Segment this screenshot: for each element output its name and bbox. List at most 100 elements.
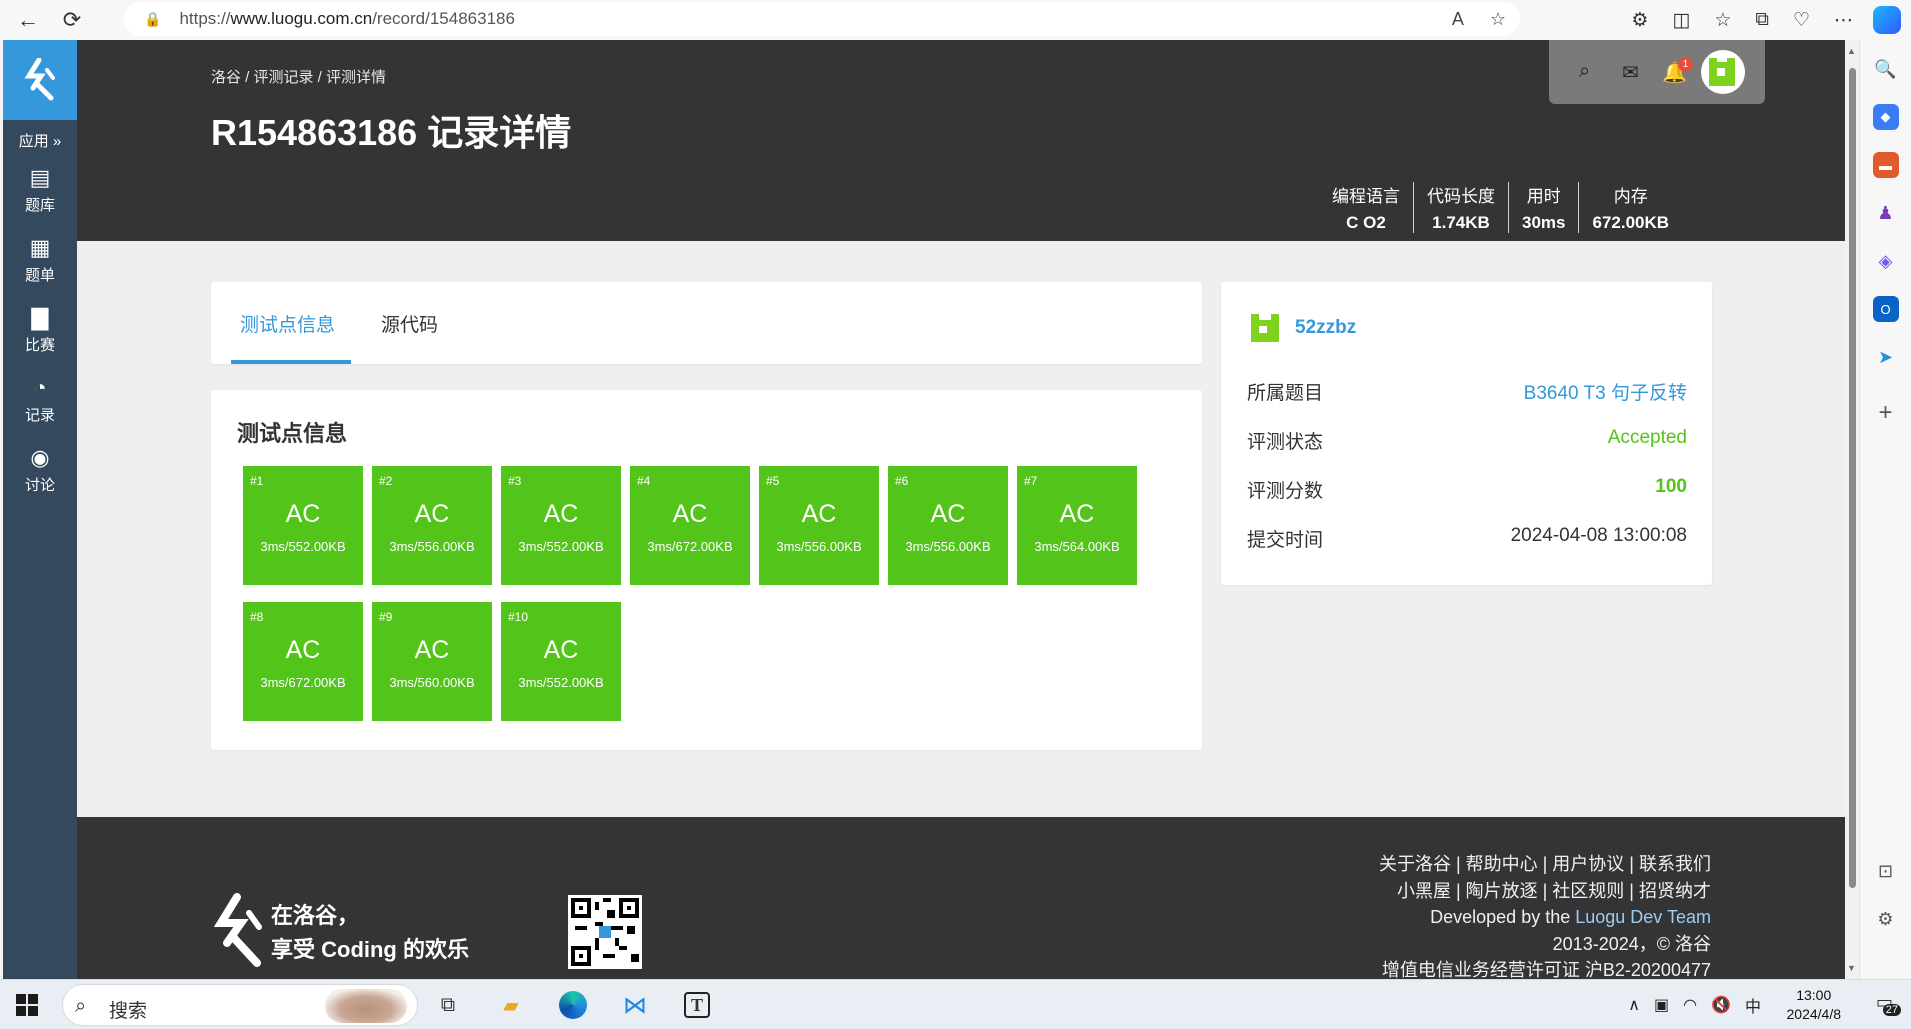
favorites-icon[interactable]: ☆ — [1714, 9, 1731, 32]
testcase-result: AC — [414, 500, 450, 528]
submit-time-label: 提交时间 — [1247, 530, 1324, 551]
footer-icp[interactable]: 增值电信业务经营许可证 沪B2-20200477 — [1379, 957, 1711, 979]
mail-icon[interactable]: ✉ — [1622, 60, 1639, 85]
wifi-icon[interactable]: ◠ — [1683, 995, 1697, 1015]
favorite-star-icon[interactable]: ☆ — [1490, 9, 1506, 30]
testcase-number: #8 — [250, 610, 264, 624]
microsoft365-icon[interactable]: ◈ — [1873, 248, 1899, 274]
testcase-box[interactable]: #1 AC 3ms/552.00KB — [243, 466, 363, 585]
taskbar-search[interactable]: ⌕ 搜索 — [62, 984, 418, 1026]
pie-chart-icon: ◔ — [33, 374, 47, 400]
submit-time-value: 2024-04-08 13:00:08 — [1510, 525, 1687, 546]
luogu-logo-icon — [24, 58, 55, 101]
footer-dev-team: Developed by the Luogu Dev Team — [1430, 907, 1711, 927]
testcase-box[interactable]: #10 AC 3ms/552.00KB — [501, 602, 621, 721]
testcase-box[interactable]: #2 AC 3ms/556.00KB — [372, 466, 492, 585]
testcase-box[interactable]: #9 AC 3ms/560.00KB — [372, 602, 492, 721]
scrollbar-thumb[interactable] — [1849, 68, 1856, 888]
tray-expand-icon[interactable]: ∧ — [1628, 995, 1640, 1015]
score-value: 100 — [1655, 476, 1687, 497]
status-label: 评测状态 — [1247, 432, 1324, 453]
problem-link[interactable]: B3640 T3 句子反转 — [1524, 378, 1687, 405]
record-info-card: 52zzbz 所属题目 B3640 T3 句子反转 评测状态 Accepted … — [1221, 282, 1712, 585]
tab-source-code[interactable]: 源代码 — [381, 310, 438, 337]
nav-discuss[interactable]: ◉ 讨论 — [3, 435, 77, 505]
notification-count-badge: 27 — [1882, 1004, 1901, 1016]
volume-mute-icon[interactable]: 🔇 — [1711, 995, 1731, 1015]
footer-links-row1[interactable]: 关于洛谷 | 帮助中心 | 用户协议 | 联系我们 — [1379, 851, 1711, 878]
edge-browser-icon[interactable] — [555, 987, 591, 1023]
settings-gear-icon[interactable]: ⚙ — [1873, 906, 1899, 932]
testcase-number: #9 — [379, 610, 393, 624]
page-scrollbar[interactable]: ▲ ▼ — [1846, 40, 1858, 979]
footer-links-row2[interactable]: 小黑屋 | 陶片放逐 | 社区规则 | 招贤纳才 — [1379, 878, 1711, 905]
score-row: 评测分数 100 — [1247, 476, 1687, 503]
comments-icon: ◉ — [30, 444, 50, 470]
split-screen-icon[interactable]: ◫ — [1672, 9, 1690, 32]
footer-copyright: 2013-2024，© 洛谷 — [1552, 933, 1711, 954]
nav-problems[interactable]: ▤ 题库 — [3, 155, 77, 225]
more-menu-icon[interactable]: ⋯ — [1834, 9, 1853, 32]
typora-icon[interactable]: T — [679, 987, 715, 1023]
search-icon[interactable]: 🔍 — [1873, 56, 1899, 82]
status-row: 评测状态 Accepted — [1247, 427, 1687, 454]
avatar[interactable] — [1701, 50, 1745, 94]
collections-icon[interactable]: ⧉ — [1755, 9, 1769, 31]
task-view-icon[interactable]: ⧉ — [430, 987, 466, 1023]
testcase-time-memory: 3ms/564.00KB — [1034, 539, 1120, 554]
testcase-time-memory: 3ms/552.00KB — [518, 539, 604, 554]
testcase-number: #5 — [766, 474, 780, 488]
games-icon[interactable]: ♟ — [1873, 200, 1899, 226]
outlook-icon[interactable]: O — [1872, 296, 1899, 322]
page-footer: 在洛谷， 享受 Coding 的欢乐 关于洛谷 | 帮助中心 | 用户协议 | … — [77, 817, 1845, 979]
vscode-icon[interactable]: ⋈ — [617, 987, 653, 1023]
shopping-icon[interactable]: ◆ — [1872, 104, 1899, 130]
search-icon[interactable]: ⌕ — [1579, 60, 1590, 83]
address-bar[interactable]: 🔒 https://www.luogu.com.cn/record/154863… — [124, 2, 1520, 36]
lock-icon[interactable]: 🔒 — [144, 11, 161, 28]
nav-contest[interactable]: ▇ 比赛 — [3, 295, 77, 365]
performance-icon[interactable]: ♡ — [1793, 9, 1810, 32]
testcase-time-memory: 3ms/556.00KB — [776, 539, 862, 554]
stat-language: 编程语言 C O2 — [1332, 187, 1400, 232]
testcase-box[interactable]: #3 AC 3ms/552.00KB — [501, 466, 621, 585]
extensions-icon[interactable]: ⚙ — [1631, 9, 1648, 32]
search-highlight-image — [325, 989, 407, 1023]
problem-row: 所属题目 B3640 T3 句子反转 — [1247, 378, 1687, 405]
add-icon[interactable]: + — [1873, 399, 1899, 426]
windows-taskbar: ⌕ 搜索 ⧉ ▰ ⋈ T ∧ ▣ ◠ 🔇 中 13:00 2024/4/8 ▭ … — [0, 979, 1911, 1029]
breadcrumb[interactable]: 洛谷 / 评测记录 / 评测详情 — [211, 66, 386, 87]
testcase-box[interactable]: #5 AC 3ms/556.00KB — [759, 466, 879, 585]
record-stats: 编程语言 C O2 代码长度 1.74KB 用时 30ms 内存 672.00K… — [1319, 182, 1682, 233]
edge-sidebar: 🔍 ◆ ▬ ♟ ◈ O ➤ + ⊡ ⚙ — [1859, 40, 1911, 979]
tools-icon[interactable]: ▬ — [1872, 152, 1899, 178]
testcase-number: #2 — [379, 474, 393, 488]
apps-menu-button[interactable]: 应用 » — [3, 130, 77, 151]
ime-indicator[interactable]: 中 — [1745, 993, 1761, 1017]
send-icon[interactable]: ➤ — [1873, 344, 1899, 370]
testcase-result: AC — [801, 500, 837, 528]
testcase-box[interactable]: #4 AC 3ms/672.00KB — [630, 466, 750, 585]
testcase-box[interactable]: #6 AC 3ms/556.00KB — [888, 466, 1008, 585]
read-aloud-icon[interactable]: A — [1452, 9, 1464, 30]
copilot-icon[interactable] — [1873, 6, 1901, 34]
testcase-result: AC — [930, 500, 966, 528]
screenshot-icon[interactable]: ⊡ — [1873, 858, 1899, 884]
nav-training[interactable]: ▦ 题单 — [3, 225, 77, 295]
windows-start-icon[interactable] — [16, 994, 38, 1016]
username-link: 52zzbz — [1295, 317, 1357, 338]
luogu-logo[interactable] — [3, 40, 77, 120]
user-row[interactable]: 52zzbz — [1247, 310, 1356, 346]
testcase-card: 测试点信息 #1 AC 3ms/552.00KB #2 AC 3ms/556.00KB #3… — [211, 390, 1202, 750]
nav-records[interactable]: ◔ 记录 — [3, 365, 77, 435]
file-explorer-icon[interactable]: ▰ — [493, 987, 529, 1023]
testcase-box[interactable]: #7 AC 3ms/564.00KB — [1017, 466, 1137, 585]
taskbar-clock[interactable]: 13:00 2024/4/8 — [1787, 986, 1842, 1024]
tab-testcases[interactable]: 测试点信息 — [240, 310, 335, 337]
tray-app-icon[interactable]: ▣ — [1654, 995, 1669, 1015]
tabs-card: 测试点信息 源代码 — [211, 282, 1202, 364]
reload-icon[interactable]: ⟳ — [52, 3, 92, 37]
testcase-box[interactable]: #8 AC 3ms/672.00KB — [243, 602, 363, 721]
back-icon[interactable]: ← — [8, 3, 48, 37]
testcase-result: AC — [285, 500, 321, 528]
